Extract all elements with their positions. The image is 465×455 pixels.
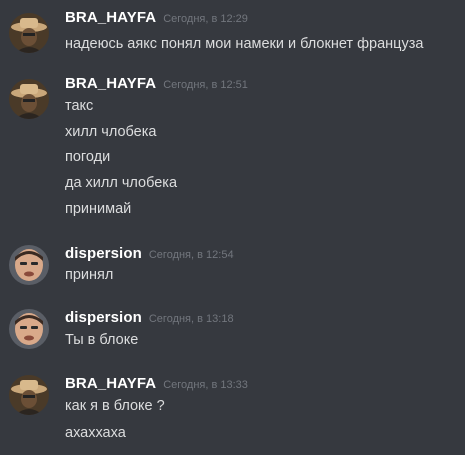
message-text: хилл члобека (65, 124, 157, 140)
message-header: dispersion Сегодня, в 12:54 (65, 245, 234, 267)
username[interactable]: dispersion (65, 245, 142, 262)
message-group: BRA_HAYFA Сегодня, в 12:29 надеюсь аякс … (0, 9, 465, 59)
message-text: ахаххаха (65, 425, 126, 441)
chat-message-list[interactable]: BRA_HAYFA Сегодня, в 12:29 надеюсь аякс … (0, 0, 465, 455)
timestamp: Сегодня, в 12:29 (163, 13, 248, 25)
message-text: как я в блоке ? (65, 398, 165, 414)
message-group: dispersion Сегодня, в 12:54 принял (0, 245, 465, 291)
username[interactable]: BRA_HAYFA (65, 75, 156, 92)
message-text: принимай (65, 201, 132, 217)
bald-man-avatar-icon[interactable] (9, 309, 49, 349)
cowboy-avatar-icon[interactable] (9, 13, 49, 53)
cowboy-avatar-icon[interactable] (9, 79, 49, 119)
username[interactable]: BRA_HAYFA (65, 9, 156, 26)
message-group: BRA_HAYFA Сегодня, в 13:33 как я в блоке… (0, 375, 465, 450)
message-group: dispersion Сегодня, в 13:18 Ты в блоке (0, 309, 465, 355)
message-text: такс (65, 98, 94, 114)
message-text: да хилл члобека (65, 175, 178, 191)
timestamp: Сегодня, в 13:18 (148, 313, 234, 325)
message-text: принял (65, 267, 114, 283)
message-header: BRA_HAYFA Сегодня, в 12:51 (65, 75, 248, 97)
timestamp: Сегодня, в 12:54 (148, 249, 234, 261)
message-text: погоди (65, 149, 111, 165)
timestamp: Сегодня, в 13:33 (163, 379, 248, 391)
message-header: BRA_HAYFA Сегодня, в 13:33 (65, 375, 248, 397)
timestamp: Сегодня, в 12:51 (163, 79, 248, 91)
username[interactable]: dispersion (65, 309, 142, 326)
message-header: dispersion Сегодня, в 13:18 (65, 309, 234, 331)
bald-man-avatar-icon[interactable] (9, 245, 49, 285)
message-group: BRA_HAYFA Сегодня, в 12:51 такс хилл чло… (0, 75, 465, 225)
username[interactable]: BRA_HAYFA (65, 375, 156, 392)
message-text: Ты в блоке (65, 332, 139, 348)
message-text: надеюсь аякс понял мои намеки и блокнет … (65, 36, 424, 52)
cowboy-avatar-icon[interactable] (9, 375, 49, 415)
message-header: BRA_HAYFA Сегодня, в 12:29 (65, 9, 248, 31)
